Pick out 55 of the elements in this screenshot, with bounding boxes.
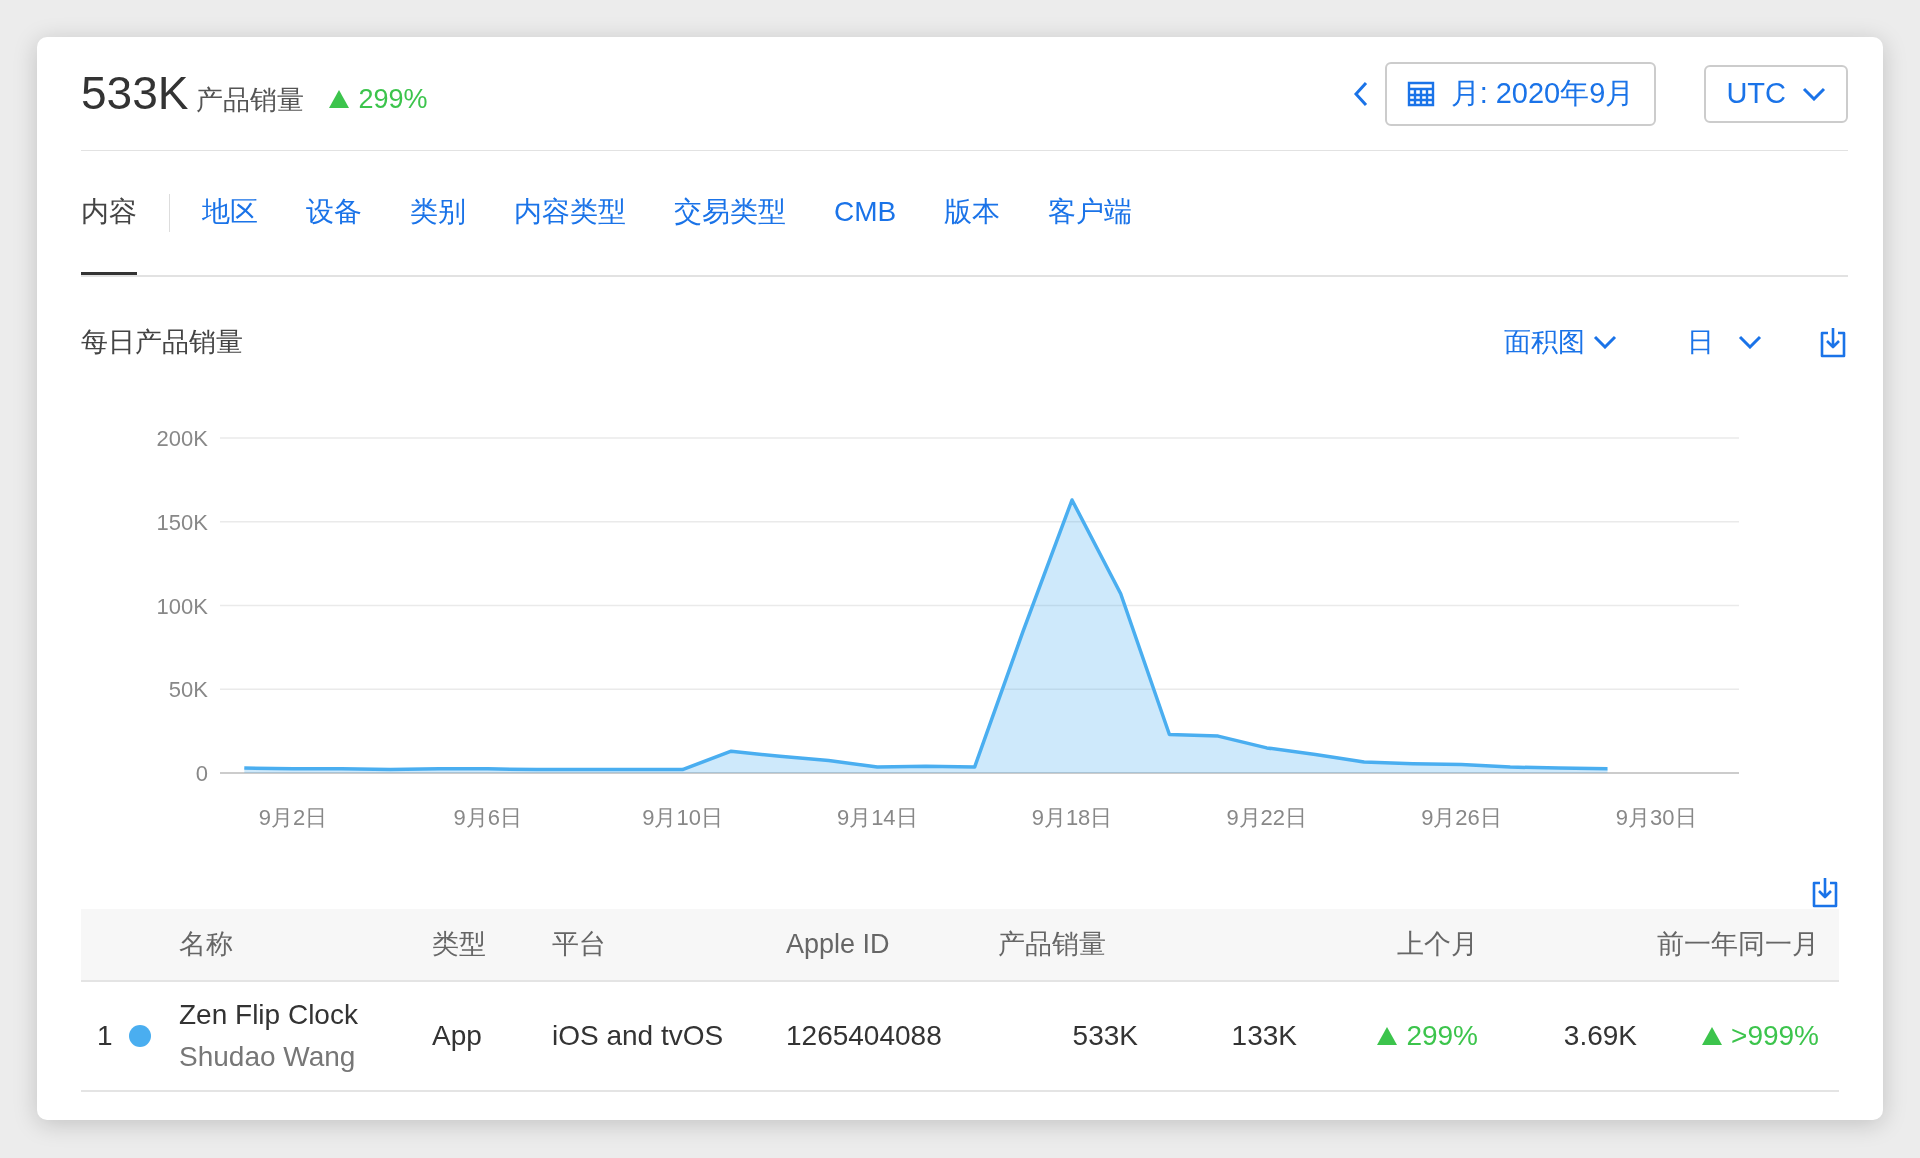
table-cell-text: 1265404088	[786, 1019, 943, 1053]
chevron-down-icon	[1738, 335, 1762, 349]
x-axis-label: 9月26日	[1421, 805, 1502, 830]
download-icon[interactable]	[1810, 875, 1840, 909]
x-axis-label: 9月22日	[1226, 805, 1308, 830]
download-icon[interactable]	[1818, 325, 1848, 359]
timezone-dropdown[interactable]: UTC	[1704, 64, 1848, 123]
tab[interactable]: CMB	[834, 151, 897, 275]
tab[interactable]: 类别	[410, 151, 466, 275]
y-axis-label: 200K	[156, 426, 208, 451]
column-header[interactable]: Apple ID	[786, 924, 998, 965]
chart-type-dropdown[interactable]: 面积图	[1504, 321, 1617, 363]
rank-number: 1	[97, 1019, 113, 1053]
change-percent: 299%	[1406, 1019, 1478, 1053]
x-axis-label: 9月14日	[836, 805, 918, 830]
chevron-down-icon	[1802, 86, 1826, 101]
total-sales-value: 533K	[81, 66, 189, 121]
x-axis-label: 9月10日	[642, 805, 723, 830]
y-axis-label: 100K	[156, 593, 208, 619]
developer-name: Shudao Wang	[179, 1040, 357, 1074]
table-cell-text: 133K	[1230, 1019, 1297, 1053]
tab[interactable]: 交易类型	[674, 151, 786, 275]
tab[interactable]: 地区	[202, 151, 258, 275]
interval-dropdown[interactable]: 日	[1687, 321, 1762, 363]
column-header[interactable]: 上个月	[1138, 924, 1478, 965]
app-name: Zen Flip Clock	[179, 998, 359, 1032]
change-percent: >999%	[1731, 1019, 1819, 1053]
chevron-left-icon[interactable]	[1352, 79, 1369, 108]
table-cell-text: 533K	[1071, 1019, 1138, 1053]
calendar-icon	[1406, 80, 1435, 107]
tab[interactable]: 内容类型	[514, 151, 626, 275]
x-axis-label: 9月6日	[453, 805, 522, 830]
table-cell-text: 3.69K	[1562, 1019, 1637, 1053]
period-picker-button[interactable]: 月: 2020年9月	[1384, 61, 1657, 126]
x-axis-label: 9月30日	[1615, 805, 1697, 830]
x-axis-label: 9月18日	[1031, 805, 1113, 830]
tab[interactable]: 版本	[944, 151, 1001, 275]
y-axis-label: 50K	[168, 677, 208, 703]
chart-title: 每日产品销量	[81, 325, 243, 359]
change-percent: 299%	[358, 82, 428, 116]
column-header[interactable]: 产品销量	[998, 924, 1138, 965]
y-axis-label: 0	[195, 761, 208, 786]
tab[interactable]: 客户端	[1048, 151, 1133, 275]
table-cell-text: iOS and tvOS	[552, 1019, 725, 1053]
column-header[interactable]: 前一年同一月	[1478, 924, 1819, 965]
tab[interactable]: 设备	[306, 151, 362, 275]
table-cell-text: App	[432, 1019, 483, 1053]
column-header[interactable]: 类型	[432, 924, 552, 965]
column-header[interactable]: 平台	[552, 924, 786, 965]
x-axis-label: 9月2日	[258, 805, 328, 830]
tab[interactable]: 内容	[81, 151, 137, 275]
total-sales-label: 产品销量	[196, 84, 305, 117]
chevron-down-icon	[1593, 335, 1617, 349]
y-axis-label: 150K	[156, 509, 208, 535]
column-header[interactable]: 名称	[179, 924, 432, 965]
